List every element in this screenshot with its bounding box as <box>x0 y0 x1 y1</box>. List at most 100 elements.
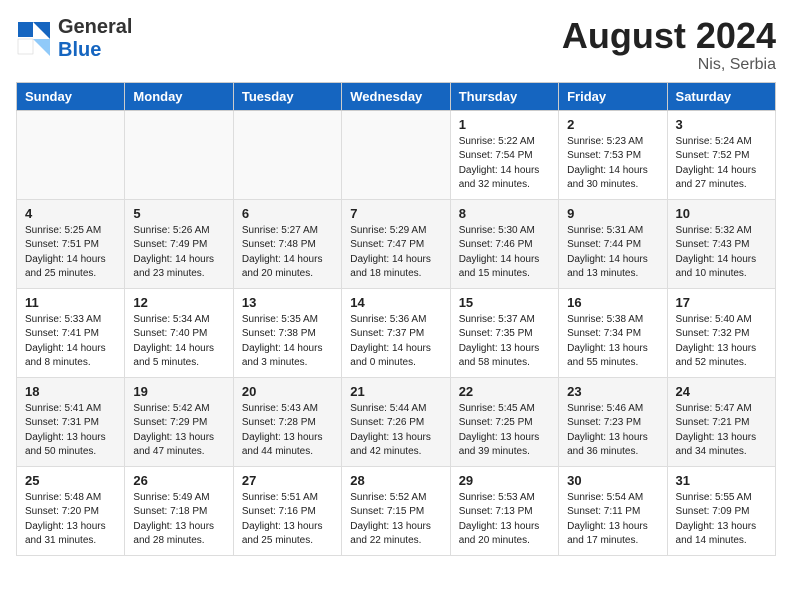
calendar-cell: 16 Sunrise: 5:38 AM Sunset: 7:34 PM Dayli… <box>559 288 667 377</box>
calendar-cell: 21 Sunrise: 5:44 AM Sunset: 7:26 PM Dayli… <box>342 377 450 466</box>
calendar-cell: 27Sunrise: 5:51 AM Sunset: 7:16 PM Dayli… <box>233 466 341 555</box>
calendar-cell: 7 Sunrise: 5:29 AM Sunset: 7:47 PM Daylig… <box>342 199 450 288</box>
day-info: Sunrise: 5:45 AM Sunset: 7:25 PM Dayligh… <box>459 402 550 460</box>
calendar-cell: 30Sunrise: 5:54 AM Sunset: 7:11 PM Dayli… <box>559 466 667 555</box>
day-number: 11 <box>25 295 116 310</box>
day-info: Sunrise: 5:52 AM Sunset: 7:15 PM Dayligh… <box>350 491 441 549</box>
day-info: Sunrise: 5:34 AM Sunset: 7:40 PM Dayligh… <box>133 313 224 371</box>
calendar-cell: 12Sunrise: 5:34 AM Sunset: 7:40 PM Dayli… <box>125 288 233 377</box>
day-info: Sunrise: 5:35 AM Sunset: 7:38 PM Dayligh… <box>242 313 333 371</box>
calendar-cell: 28 Sunrise: 5:52 AM Sunset: 7:15 PM Dayli… <box>342 466 450 555</box>
month-year-label: August 2024 <box>562 16 776 56</box>
day-number: 29 <box>459 473 550 488</box>
day-number: 22 <box>459 384 550 399</box>
day-number: 19 <box>133 384 224 399</box>
day-info: Sunrise: 5:51 AM Sunset: 7:16 PM Dayligh… <box>242 491 333 549</box>
day-info: Sunrise: 5:29 AM Sunset: 7:47 PM Dayligh… <box>350 224 441 282</box>
weekday-header-thursday: Thursday <box>450 82 558 110</box>
calendar-cell: 6Sunrise: 5:27 AM Sunset: 7:48 PM Daylig… <box>233 199 341 288</box>
weekday-header-monday: Monday <box>125 82 233 110</box>
calendar-table: SundayMondayTuesdayWednesdayThursdayFrid… <box>16 82 776 556</box>
calendar-week-1: 1 Sunrise: 5:22 AM Sunset: 7:54 PM Daylig… <box>17 110 776 199</box>
day-info: Sunrise: 5:31 AM Sunset: 7:44 PM Dayligh… <box>567 224 658 282</box>
day-info: Sunrise: 5:53 AM Sunset: 7:13 PM Dayligh… <box>459 491 550 549</box>
calendar-cell: 26 Sunrise: 5:49 AM Sunset: 7:18 PM Dayli… <box>125 466 233 555</box>
day-number: 21 <box>350 384 441 399</box>
calendar-cell <box>17 110 125 199</box>
calendar-week-5: 25 Sunrise: 5:48 AM Sunset: 7:20 PM Dayli… <box>17 466 776 555</box>
day-number: 28 <box>350 473 441 488</box>
day-number: 24 <box>676 384 767 399</box>
calendar-cell: 3Sunrise: 5:24 AM Sunset: 7:52 PM Daylig… <box>667 110 775 199</box>
logo-blue: Blue <box>58 39 101 61</box>
calendar-cell: 13 Sunrise: 5:35 AM Sunset: 7:38 PM Dayli… <box>233 288 341 377</box>
day-info: Sunrise: 5:30 AM Sunset: 7:46 PM Dayligh… <box>459 224 550 282</box>
logo-icon <box>16 20 54 58</box>
calendar-cell: 8 Sunrise: 5:30 AM Sunset: 7:46 PM Daylig… <box>450 199 558 288</box>
day-info: Sunrise: 5:41 AM Sunset: 7:31 PM Dayligh… <box>25 402 116 460</box>
logo: General Blue <box>16 16 132 62</box>
calendar-cell <box>125 110 233 199</box>
calendar-cell <box>233 110 341 199</box>
calendar-cell: 29 Sunrise: 5:53 AM Sunset: 7:13 PM Dayli… <box>450 466 558 555</box>
day-number: 10 <box>676 206 767 221</box>
day-info: Sunrise: 5:48 AM Sunset: 7:20 PM Dayligh… <box>25 491 116 549</box>
weekday-header-tuesday: Tuesday <box>233 82 341 110</box>
day-number: 16 <box>567 295 658 310</box>
calendar-cell: 31 Sunrise: 5:55 AM Sunset: 7:09 PM Dayli… <box>667 466 775 555</box>
calendar-cell: 15 Sunrise: 5:37 AM Sunset: 7:35 PM Dayli… <box>450 288 558 377</box>
day-number: 18 <box>25 384 116 399</box>
day-info: Sunrise: 5:46 AM Sunset: 7:23 PM Dayligh… <box>567 402 658 460</box>
calendar-cell: 2 Sunrise: 5:23 AM Sunset: 7:53 PM Daylig… <box>559 110 667 199</box>
day-number: 15 <box>459 295 550 310</box>
day-info: Sunrise: 5:26 AM Sunset: 7:49 PM Dayligh… <box>133 224 224 282</box>
day-info: Sunrise: 5:27 AM Sunset: 7:48 PM Dayligh… <box>242 224 333 282</box>
day-info: Sunrise: 5:22 AM Sunset: 7:54 PM Dayligh… <box>459 135 550 193</box>
calendar-cell <box>342 110 450 199</box>
day-info: Sunrise: 5:36 AM Sunset: 7:37 PM Dayligh… <box>350 313 441 371</box>
day-info: Sunrise: 5:25 AM Sunset: 7:51 PM Dayligh… <box>25 224 116 282</box>
weekday-header-saturday: Saturday <box>667 82 775 110</box>
day-info: Sunrise: 5:33 AM Sunset: 7:41 PM Dayligh… <box>25 313 116 371</box>
calendar-week-2: 4Sunrise: 5:25 AM Sunset: 7:51 PM Daylig… <box>17 199 776 288</box>
day-number: 2 <box>567 117 658 132</box>
day-number: 9 <box>567 206 658 221</box>
calendar-cell: 5 Sunrise: 5:26 AM Sunset: 7:49 PM Daylig… <box>125 199 233 288</box>
day-number: 31 <box>676 473 767 488</box>
day-info: Sunrise: 5:23 AM Sunset: 7:53 PM Dayligh… <box>567 135 658 193</box>
day-info: Sunrise: 5:44 AM Sunset: 7:26 PM Dayligh… <box>350 402 441 460</box>
day-number: 25 <box>25 473 116 488</box>
calendar-cell: 11 Sunrise: 5:33 AM Sunset: 7:41 PM Dayli… <box>17 288 125 377</box>
day-info: Sunrise: 5:43 AM Sunset: 7:28 PM Dayligh… <box>242 402 333 460</box>
calendar-cell: 17 Sunrise: 5:40 AM Sunset: 7:32 PM Dayli… <box>667 288 775 377</box>
day-info: Sunrise: 5:54 AM Sunset: 7:11 PM Dayligh… <box>567 491 658 549</box>
day-info: Sunrise: 5:40 AM Sunset: 7:32 PM Dayligh… <box>676 313 767 371</box>
day-number: 17 <box>676 295 767 310</box>
calendar-cell: 23Sunrise: 5:46 AM Sunset: 7:23 PM Dayli… <box>559 377 667 466</box>
day-info: Sunrise: 5:55 AM Sunset: 7:09 PM Dayligh… <box>676 491 767 549</box>
day-number: 3 <box>676 117 767 132</box>
day-info: Sunrise: 5:49 AM Sunset: 7:18 PM Dayligh… <box>133 491 224 549</box>
calendar-week-3: 11 Sunrise: 5:33 AM Sunset: 7:41 PM Dayli… <box>17 288 776 377</box>
weekday-header-wednesday: Wednesday <box>342 82 450 110</box>
day-info: Sunrise: 5:37 AM Sunset: 7:35 PM Dayligh… <box>459 313 550 371</box>
calendar-cell: 1 Sunrise: 5:22 AM Sunset: 7:54 PM Daylig… <box>450 110 558 199</box>
page-header: General Blue August 2024 Nis, Serbia <box>16 16 776 74</box>
day-info: Sunrise: 5:47 AM Sunset: 7:21 PM Dayligh… <box>676 402 767 460</box>
calendar-cell: 22 Sunrise: 5:45 AM Sunset: 7:25 PM Dayli… <box>450 377 558 466</box>
day-number: 1 <box>459 117 550 132</box>
day-number: 5 <box>133 206 224 221</box>
day-number: 13 <box>242 295 333 310</box>
calendar-cell: 4Sunrise: 5:25 AM Sunset: 7:51 PM Daylig… <box>17 199 125 288</box>
location-label: Nis, Serbia <box>562 56 776 74</box>
calendar-week-4: 18 Sunrise: 5:41 AM Sunset: 7:31 PM Dayli… <box>17 377 776 466</box>
calendar-cell: 18 Sunrise: 5:41 AM Sunset: 7:31 PM Dayli… <box>17 377 125 466</box>
calendar-cell: 14Sunrise: 5:36 AM Sunset: 7:37 PM Dayli… <box>342 288 450 377</box>
logo-general: General <box>58 16 132 38</box>
day-number: 7 <box>350 206 441 221</box>
day-info: Sunrise: 5:42 AM Sunset: 7:29 PM Dayligh… <box>133 402 224 460</box>
calendar-cell: 25 Sunrise: 5:48 AM Sunset: 7:20 PM Dayli… <box>17 466 125 555</box>
day-number: 26 <box>133 473 224 488</box>
day-number: 8 <box>459 206 550 221</box>
day-info: Sunrise: 5:38 AM Sunset: 7:34 PM Dayligh… <box>567 313 658 371</box>
